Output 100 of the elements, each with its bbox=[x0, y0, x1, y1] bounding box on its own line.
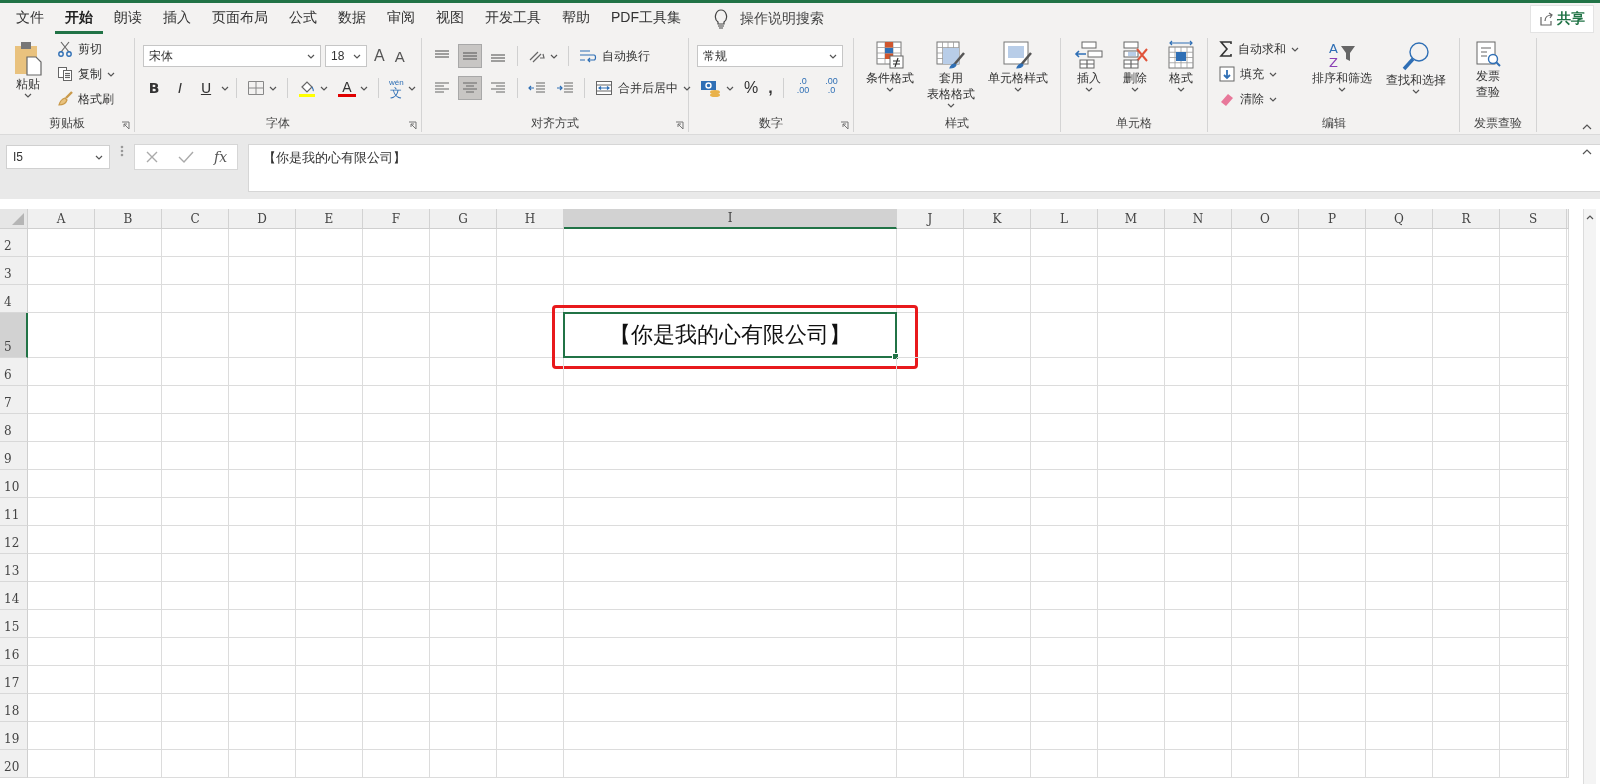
insert-function-button[interactable]: fx bbox=[214, 149, 228, 165]
align-center-button[interactable] bbox=[458, 76, 482, 100]
row-header[interactable]: 11 bbox=[0, 498, 28, 526]
ribbon-tab[interactable]: 文件 bbox=[6, 3, 54, 34]
column-header[interactable]: S bbox=[1500, 209, 1567, 229]
column-header[interactable]: A bbox=[28, 209, 95, 229]
table-cell bbox=[1031, 498, 1098, 526]
delete-button[interactable]: 删除 bbox=[1115, 38, 1155, 94]
bold-button[interactable]: B bbox=[143, 77, 165, 99]
row-header[interactable]: 19 bbox=[0, 722, 28, 750]
column-header[interactable]: I bbox=[564, 209, 897, 229]
row-header[interactable]: 14 bbox=[0, 582, 28, 610]
vertical-scrollbar[interactable] bbox=[1583, 209, 1596, 784]
clear-button[interactable]: 清除 bbox=[1216, 88, 1302, 110]
row-header[interactable]: 20 bbox=[0, 750, 28, 778]
column-header[interactable]: P bbox=[1299, 209, 1366, 229]
autosum-button[interactable]: 自动求和 bbox=[1216, 38, 1302, 60]
format-as-table-button[interactable]: 套用 表格格式 bbox=[923, 38, 979, 110]
underline-button[interactable]: U bbox=[195, 77, 217, 99]
row-header[interactable]: 6 bbox=[0, 358, 28, 386]
table-cell bbox=[95, 638, 162, 666]
fill-button[interactable]: 填充 bbox=[1216, 63, 1302, 85]
row-header[interactable]: 13 bbox=[0, 554, 28, 582]
table-cell bbox=[1433, 442, 1500, 470]
ribbon-tab[interactable]: 公式 bbox=[279, 3, 327, 34]
row-header[interactable]: 9 bbox=[0, 442, 28, 470]
row-header[interactable]: 15 bbox=[0, 610, 28, 638]
invoice-check-button[interactable]: 发票 查验 bbox=[1468, 38, 1508, 102]
ribbon-tab[interactable]: 插入 bbox=[153, 3, 201, 34]
ribbon-tab[interactable]: PDF工具集 bbox=[601, 3, 691, 34]
row-header[interactable]: 8 bbox=[0, 414, 28, 442]
table-cell bbox=[229, 358, 296, 386]
column-header[interactable]: G bbox=[430, 209, 497, 229]
ribbon-tab[interactable]: 视图 bbox=[426, 3, 474, 34]
ribbon-tab[interactable]: 页面布局 bbox=[202, 3, 278, 34]
cell-styles-button[interactable]: 单元格样式 bbox=[984, 38, 1052, 94]
row-header[interactable]: 10 bbox=[0, 470, 28, 498]
sort-filter-button[interactable]: A Z 排序和筛选 bbox=[1308, 38, 1376, 94]
shrink-font-button[interactable]: A bbox=[391, 45, 408, 67]
align-middle-button[interactable] bbox=[458, 44, 482, 68]
column-header[interactable]: B bbox=[95, 209, 162, 229]
wrap-text-button[interactable]: 自动换行 bbox=[576, 45, 653, 67]
cut-button[interactable]: 剪切 bbox=[54, 38, 118, 60]
ribbon-tab[interactable]: 审阅 bbox=[377, 3, 425, 34]
table-cell bbox=[897, 470, 964, 498]
column-header[interactable]: R bbox=[1433, 209, 1500, 229]
insert-button[interactable]: 插入 bbox=[1069, 38, 1109, 94]
column-header[interactable]: E bbox=[296, 209, 363, 229]
table-cell bbox=[1232, 358, 1299, 386]
name-box[interactable]: I5 bbox=[6, 145, 110, 169]
conditional-format-button[interactable]: 条件格式 bbox=[862, 38, 918, 94]
ribbon-tab[interactable]: 帮助 bbox=[552, 3, 600, 34]
decrease-decimal-button[interactable]: .00 .0 bbox=[819, 77, 844, 99]
font-name-field[interactable]: 宋体 bbox=[143, 45, 321, 67]
number-format-field[interactable]: 常规 bbox=[697, 45, 843, 67]
percent-button[interactable]: % bbox=[741, 77, 762, 99]
font-color-button[interactable]: A bbox=[335, 77, 371, 99]
row-header[interactable]: 2 bbox=[0, 229, 28, 257]
row-header[interactable]: 16 bbox=[0, 638, 28, 666]
row-header[interactable]: 3 bbox=[0, 257, 28, 285]
merge-center-button[interactable]: 合并后居中 bbox=[592, 77, 694, 99]
column-header[interactable]: C bbox=[162, 209, 229, 229]
column-header[interactable]: D bbox=[229, 209, 296, 229]
row-header[interactable]: 12 bbox=[0, 526, 28, 554]
tell-me-search[interactable]: 操作说明搜索 bbox=[740, 9, 824, 28]
format-painter-button[interactable]: 格式刷 bbox=[54, 88, 118, 110]
column-header[interactable]: F bbox=[363, 209, 430, 229]
column-header[interactable]: H bbox=[497, 209, 564, 229]
column-header[interactable]: O bbox=[1232, 209, 1299, 229]
row-header[interactable]: 7 bbox=[0, 386, 28, 414]
comma-button[interactable]: , bbox=[765, 77, 776, 99]
find-select-button[interactable]: 查找和选择 bbox=[1382, 38, 1450, 96]
row-header[interactable]: 4 bbox=[0, 285, 28, 313]
copy-button[interactable]: 复制 bbox=[54, 63, 118, 85]
column-header[interactable]: N bbox=[1165, 209, 1232, 229]
table-cell bbox=[296, 257, 363, 285]
row-header[interactable]: 18 bbox=[0, 694, 28, 722]
ribbon-tab[interactable]: 朗读 bbox=[104, 3, 152, 34]
formula-input[interactable]: 【你是我的心有限公司】 bbox=[248, 144, 1600, 192]
share-button[interactable]: 共享 bbox=[1530, 4, 1594, 33]
column-header[interactable]: M bbox=[1098, 209, 1165, 229]
column-header[interactable]: Q bbox=[1366, 209, 1433, 229]
table-cell bbox=[1165, 229, 1232, 257]
ribbon-tab[interactable]: 数据 bbox=[328, 3, 376, 34]
phonetic-button[interactable]: wén 文 bbox=[386, 77, 419, 99]
font-size-field[interactable]: 18 bbox=[325, 45, 367, 67]
paste-button[interactable]: 粘贴 bbox=[8, 38, 48, 100]
grow-font-button[interactable]: A bbox=[371, 45, 388, 67]
italic-button[interactable]: I bbox=[169, 77, 191, 99]
row-header[interactable]: 17 bbox=[0, 666, 28, 694]
column-header[interactable]: J bbox=[897, 209, 964, 229]
increase-decimal-button[interactable]: .0 .00 bbox=[790, 77, 816, 99]
table-cell bbox=[964, 498, 1031, 526]
format-button[interactable]: 格式 bbox=[1161, 38, 1201, 94]
table-cell bbox=[1232, 582, 1299, 610]
ribbon-tab[interactable]: 开发工具 bbox=[475, 3, 551, 34]
column-header[interactable]: L bbox=[1031, 209, 1098, 229]
row-header[interactable]: 5 bbox=[0, 313, 28, 358]
fill-handle[interactable] bbox=[892, 353, 899, 360]
column-header[interactable]: K bbox=[964, 209, 1031, 229]
